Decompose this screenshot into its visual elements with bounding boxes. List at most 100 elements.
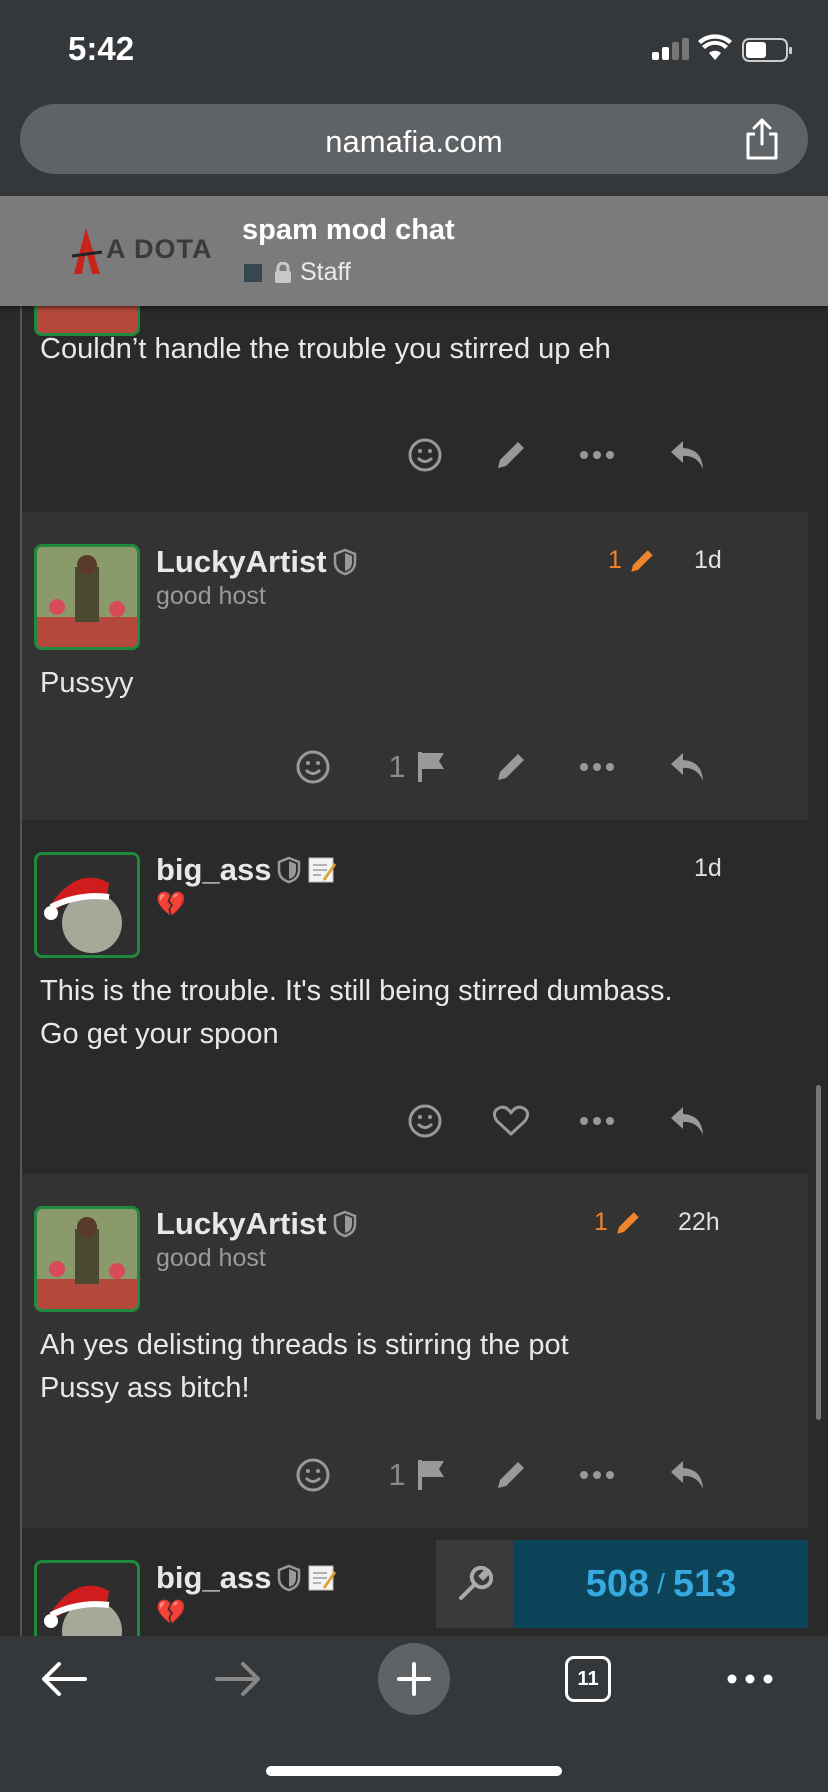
pencil-icon: [631, 549, 653, 572]
more-button[interactable]: [572, 742, 622, 792]
username[interactable]: LuckyArtist: [156, 544, 357, 580]
post-actions: 1: [22, 742, 808, 792]
post-body: Couldn’t handle the trouble you stirred …: [40, 328, 611, 371]
edit-count: 1: [608, 546, 622, 574]
more-button[interactable]: [572, 430, 622, 480]
post-actions: [22, 1096, 808, 1146]
reply-button[interactable]: [658, 742, 718, 792]
post-date[interactable]: 1d: [694, 546, 722, 575]
reply-icon: [671, 1461, 703, 1489]
username[interactable]: big_ass: [156, 852, 337, 888]
topic-title[interactable]: spam mod chat: [242, 214, 455, 247]
react-button[interactable]: [400, 430, 450, 480]
wifi-icon: [698, 34, 732, 60]
avatar[interactable]: [34, 1560, 140, 1636]
smile-icon: [296, 750, 330, 784]
admin-tools-button[interactable]: [436, 1540, 514, 1628]
pencil-icon: [498, 754, 524, 780]
avatar[interactable]: [34, 544, 140, 650]
ellipsis-icon: [580, 451, 614, 459]
address-bar[interactable]: namafia.com: [20, 104, 808, 174]
username[interactable]: big_ass: [156, 1560, 337, 1596]
flag-count: 1: [388, 749, 406, 784]
react-button[interactable]: [288, 742, 338, 792]
tabs-button[interactable]: 11: [552, 1636, 624, 1722]
edit-button[interactable]: [486, 742, 536, 792]
status-bar: 5:42: [0, 0, 828, 96]
post-counter[interactable]: 508 / 513: [514, 1540, 808, 1628]
category-name: Staff: [300, 258, 351, 286]
edit-history-button[interactable]: 1: [608, 546, 656, 575]
more-button[interactable]: [572, 1450, 622, 1500]
reply-button[interactable]: [658, 1450, 718, 1500]
flag-button[interactable]: 1: [370, 742, 466, 792]
username-text: big_ass: [156, 852, 272, 887]
share-icon[interactable]: [744, 118, 780, 160]
react-button[interactable]: [288, 1450, 338, 1500]
username-text: LuckyArtist: [156, 1206, 327, 1241]
reply-button[interactable]: [658, 430, 718, 480]
memo-icon: [308, 1565, 337, 1591]
more-button[interactable]: [572, 1096, 622, 1146]
post-text-line: Ah yes delisting threads is stirring the…: [40, 1329, 569, 1361]
edit-count: 1: [594, 1208, 608, 1236]
counter-separator: /: [657, 1568, 665, 1599]
post-body: Pussyy: [40, 662, 133, 705]
memo-icon: [308, 857, 337, 883]
ellipsis-icon: [580, 1117, 614, 1125]
edit-history-button[interactable]: 1: [594, 1208, 642, 1237]
new-tab-button[interactable]: [378, 1636, 450, 1722]
user-flair: 💔: [156, 1599, 186, 1626]
flag-icon: [417, 752, 444, 782]
flag-count: 1: [388, 1457, 406, 1492]
ellipsis-icon: [580, 1471, 614, 1479]
flag-icon: [417, 1460, 444, 1490]
flag-button[interactable]: 1: [370, 1450, 466, 1500]
tabs-icon: 11: [565, 1656, 611, 1702]
category-badge[interactable]: Staff: [244, 258, 351, 287]
lock-icon: [275, 261, 291, 283]
forward-button[interactable]: [202, 1636, 274, 1722]
like-button[interactable]: [486, 1096, 536, 1146]
back-arrow-icon: [42, 1662, 87, 1696]
edit-button[interactable]: [486, 1450, 536, 1500]
shield-icon: [278, 856, 301, 884]
logo-text: A DOTA: [106, 234, 213, 264]
logo-mark-icon: [71, 228, 103, 274]
username-text: LuckyArtist: [156, 544, 327, 579]
post: big_ass 💔 1d This is the trouble. It's s…: [22, 820, 808, 1174]
avatar[interactable]: [34, 852, 140, 958]
plus-icon: [378, 1643, 450, 1715]
url-text: namafia.com: [325, 124, 503, 159]
timeline-progress[interactable]: 508 / 513: [436, 1540, 808, 1628]
edit-button[interactable]: [486, 430, 536, 480]
post: Couldn’t handle the trouble you stirred …: [22, 306, 808, 512]
avatar[interactable]: [34, 1206, 140, 1312]
post-actions: 1: [22, 1450, 808, 1500]
category-color-swatch: [244, 263, 262, 282]
tab-count: 11: [577, 1667, 599, 1690]
user-title: good host: [156, 1244, 266, 1272]
menu-button[interactable]: [714, 1636, 786, 1722]
wrench-icon: [459, 1566, 493, 1600]
post-actions: [22, 430, 808, 480]
home-indicator[interactable]: [266, 1766, 562, 1776]
site-logo[interactable]: A DOTA: [70, 226, 220, 276]
reply-icon: [671, 1107, 703, 1135]
back-button[interactable]: [28, 1636, 100, 1722]
browser-toolbar: 11: [0, 1636, 828, 1792]
forum-header: A DOTA spam mod chat Staff: [0, 196, 828, 306]
react-button[interactable]: [400, 1096, 450, 1146]
post-text-line: Pussy ass bitch!: [40, 1372, 250, 1404]
username[interactable]: LuckyArtist: [156, 1206, 357, 1242]
post-body: This is the trouble. It's still being st…: [40, 970, 673, 1056]
post-date[interactable]: 22h: [678, 1208, 720, 1237]
post-body: Ah yes delisting threads is stirring the…: [40, 1324, 569, 1410]
reply-button[interactable]: [658, 1096, 718, 1146]
scrollbar[interactable]: [816, 1085, 821, 1420]
post-text-line: Couldn’t handle the trouble you stirred …: [40, 333, 611, 365]
post-date[interactable]: 1d: [694, 854, 722, 883]
user-title: good host: [156, 582, 266, 610]
post-text-line: Go get your spoon: [40, 1018, 279, 1050]
post-stream: Couldn’t handle the trouble you stirred …: [20, 306, 808, 1636]
